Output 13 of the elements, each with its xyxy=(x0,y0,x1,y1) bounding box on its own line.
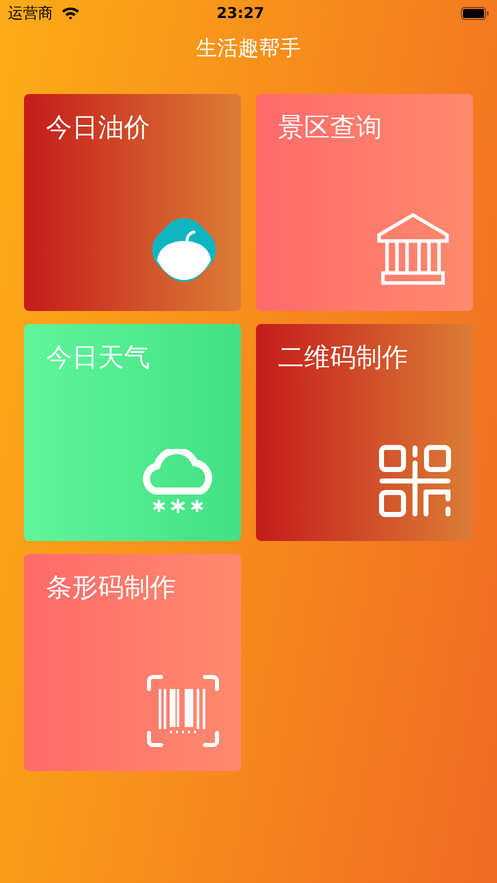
feature-tile[interactable]: 二维码制作 xyxy=(256,324,473,540)
feature-tile[interactable]: 今日天气 xyxy=(24,324,241,540)
carrier-name: 运营商 xyxy=(8,2,53,24)
feature-tile[interactable]: 景区查询 xyxy=(256,94,473,310)
museum-icon xyxy=(375,210,451,286)
clock-time: 23:27 xyxy=(216,2,264,24)
app-title: 生活趣帮手 xyxy=(195,35,302,62)
wifi-icon xyxy=(61,6,80,20)
feature-tile[interactable]: 今日油价 xyxy=(24,94,241,310)
feature-tile[interactable]: 条形码制作 xyxy=(24,554,241,770)
battery-icon xyxy=(461,6,489,20)
barcode-scan-icon xyxy=(147,674,219,746)
qr-code-icon xyxy=(379,444,451,516)
